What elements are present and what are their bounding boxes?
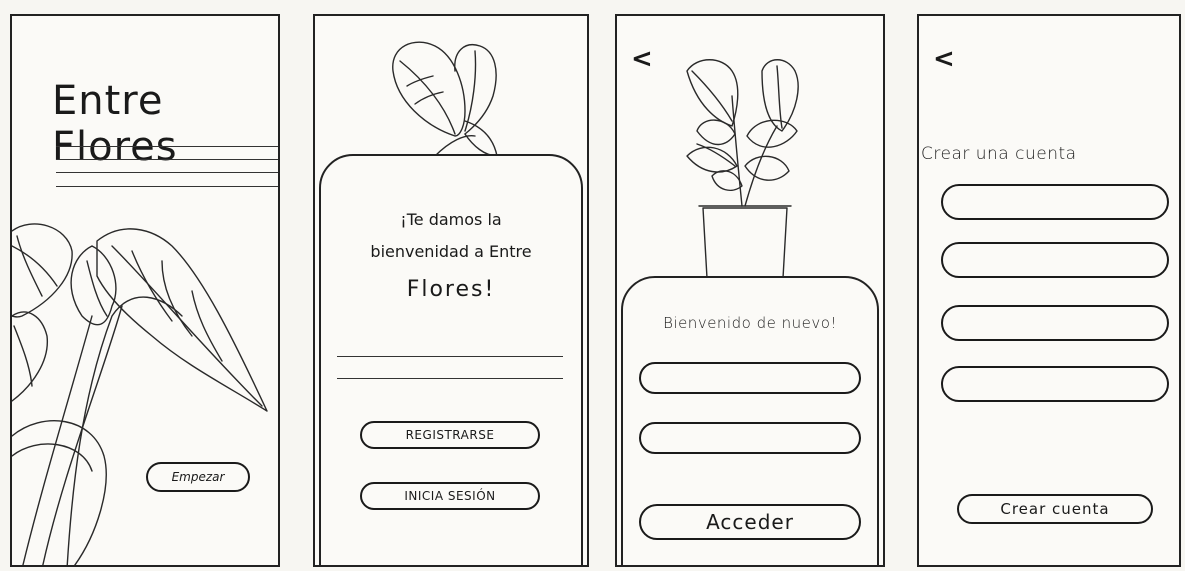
divider-line	[337, 356, 563, 357]
signup-field-1[interactable]	[941, 184, 1169, 220]
start-button[interactable]: Empezar	[146, 462, 250, 492]
login-heading: Bienvenido de nuevo!	[663, 314, 837, 332]
signup-field-3[interactable]	[941, 305, 1169, 341]
signup-screen: < Crear una cuenta Crear cuenta	[917, 14, 1181, 567]
password-field[interactable]	[639, 422, 861, 454]
create-account-button[interactable]: Crear cuenta	[957, 494, 1153, 524]
divider-line	[337, 378, 563, 379]
submit-login-button[interactable]: Acceder	[639, 504, 861, 540]
chevron-left-icon[interactable]: <	[933, 46, 955, 72]
heading-line: Flores!	[406, 277, 496, 302]
signup-field-4[interactable]	[941, 366, 1169, 402]
welcome-heading: ¡Te damos la bienvenidad a Entre Flores!	[315, 206, 587, 310]
login-button[interactable]: INICIA SESIÓN	[360, 482, 540, 510]
heading-line: ¡Te damos la	[400, 210, 502, 229]
signup-heading: Crear una cuenta	[921, 144, 1077, 164]
potted-plant-illustration	[686, 59, 799, 279]
heading-line: bienvenidad a Entre	[370, 242, 532, 261]
plant-leaves-illustration	[392, 41, 498, 157]
register-button[interactable]: REGISTRARSE	[360, 421, 540, 449]
username-field[interactable]	[639, 362, 861, 394]
welcome-screen: ¡Te damos la bienvenidad a Entre Flores!…	[313, 14, 589, 567]
login-screen: < Bienvenido de nuevo! Acceder	[615, 14, 885, 567]
signup-field-2[interactable]	[941, 242, 1169, 278]
splash-screen: Entre Flores Empezar	[10, 14, 280, 567]
